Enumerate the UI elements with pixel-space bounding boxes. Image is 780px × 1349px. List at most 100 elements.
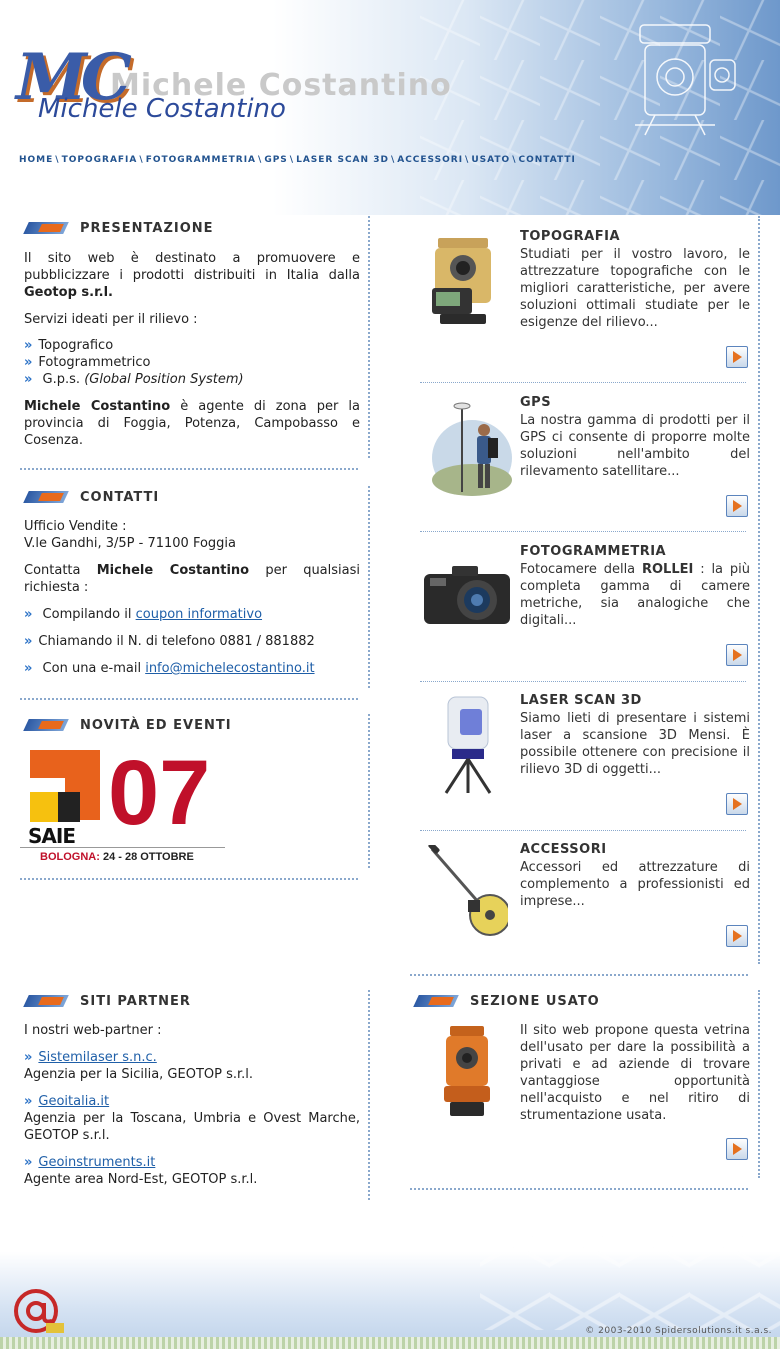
partner-intro: I nostri web-partner : [24,1023,162,1038]
nav-contatti[interactable]: CONTATTI [519,155,576,165]
product-text-accessori: Accessori ed attrezzature di complemento… [520,860,750,909]
nav-separator: \ [465,155,470,165]
novita-title-text: NOVITÀ ED EVENTI [80,717,232,733]
saie-logo-shape [30,792,58,822]
play-button-accessori[interactable] [726,925,748,947]
nav-separator: \ [55,155,60,165]
saie-banner[interactable]: SAIE 07 BOLOGNA: 24 - 28 OTTOBRE [20,742,225,868]
services-label: Servizi ideati per il rilievo : [24,312,198,327]
partner-link-geoitalia[interactable]: Geoitalia.it [38,1094,109,1109]
used-theodolite-icon[interactable] [440,1024,495,1120]
panel-border [758,216,760,964]
footer-grass [0,1337,780,1349]
play-button-gps[interactable] [726,495,748,517]
saie-number: 07 [108,742,211,844]
fotogrammetria-text-pre: Fotocamere della [520,562,642,577]
section-arrow-icon [23,220,70,236]
rollei-name: ROLLEI [642,562,694,577]
play-button-usato[interactable] [726,1138,748,1160]
product-text-gps: La nostra gamma di prodotti per il GPS c… [520,413,750,479]
page: Michele Costantino MC Michele Costantino… [0,0,780,1349]
agent-name: Michele Costantino [24,399,171,414]
logo-name[interactable]: Michele Costantino [38,94,286,124]
nav-home[interactable]: HOME [19,155,53,165]
partner-desc: Agente area Nord-Est, GEOTOP s.r.l. [24,1172,258,1187]
main-nav: HOME \ TOPOGRAFIA \ FOTOGRAMMETRIA \ GPS \ LASER… [19,155,576,165]
saie-date: BOLOGNA: 24 - 28 OTTOBRE [40,851,194,863]
panel-border [410,1188,748,1190]
partner-item: Sistemilaser s.n.c. [24,1049,156,1066]
saie-divider [20,847,225,848]
partner-item: Geoitalia.it [24,1093,109,1110]
usato-title-text: SEZIONE USATO [470,993,600,1009]
usato-title: SEZIONE USATO [413,993,600,1009]
spidersolutions-logo-icon[interactable] [8,1285,72,1335]
contact-name: Michele Costantino [96,563,250,578]
total-station-icon[interactable] [430,230,495,330]
usato-text: Il sito web propone questa vetrina dell'… [520,1023,750,1123]
nav-gps[interactable]: GPS [264,155,287,165]
product-title-fotogrammetria[interactable]: FOTOGRAMMETRIA [520,544,666,559]
coupon-pre: Compilando il [42,607,136,622]
contact-pre: Contatta [24,563,97,578]
header: Michele Costantino MC Michele Costantino… [0,0,780,215]
panel-border [20,878,358,880]
product-divider [420,681,746,682]
phone-item: Chiamando il N. di telefono 0881 / 88188… [24,633,314,650]
nav-laser-scan[interactable]: LASER SCAN 3D [296,155,389,165]
partner-title: SITI PARTNER [23,993,191,1009]
partner-link-geoinstruments[interactable]: Geoinstruments.it [38,1155,155,1170]
panel-border [368,990,370,1200]
presentazione-title: PRESENTAZIONE [23,220,214,236]
partner-desc: Agenzia per la Sicilia, GEOTOP s.r.l. [24,1067,254,1082]
product-divider [420,830,746,831]
section-arrow-icon [23,993,70,1009]
product-title-gps[interactable]: GPS [520,395,551,410]
saie-word: SAIE [28,824,76,848]
product-title-laser-scan[interactable]: LASER SCAN 3D [520,693,642,708]
product-title-accessori[interactable]: ACCESSORI [520,842,607,857]
service-item: Fotogrammetrico [24,354,150,371]
partner-item: Geoinstruments.it [24,1154,155,1171]
presentazione-title-text: PRESENTAZIONE [80,220,214,236]
partner-link-sistemilaser[interactable]: Sistemilaser s.n.c. [38,1050,156,1065]
email-pre: Con una e-mail [42,661,146,676]
panel-border [20,698,358,700]
agent-info: Michele Costantino è agente di zona per … [24,398,360,449]
nav-separator: \ [512,155,517,165]
nav-accessori[interactable]: ACCESSORI [397,155,463,165]
panel-border [410,974,748,976]
panel-border [368,216,370,458]
panel-border [368,486,370,688]
play-button-fotogrammetria[interactable] [726,644,748,666]
gps-operator-icon[interactable] [432,398,512,496]
office-label: Ufficio Vendite : [24,519,127,534]
measuring-wheel-icon[interactable] [428,845,508,943]
product-divider [420,531,746,532]
laser-scanner-icon[interactable] [438,695,498,795]
nav-usato[interactable]: USATO [471,155,510,165]
panel-border [20,468,358,470]
saie-city: BOLOGNA: [40,851,100,863]
nav-separator: \ [390,155,396,165]
nav-fotogrammetria[interactable]: FOTOGRAMMETRIA [146,155,256,165]
total-station-sketch-icon [635,24,736,136]
partner-desc: Agenzia per la Toscana, Umbria e Ovest M… [24,1111,360,1143]
nav-separator: \ [139,155,144,165]
presentazione-intro: Il sito web è destinato a promuovere e p… [24,250,360,301]
camera-icon[interactable] [422,564,512,626]
play-button-laser-scan[interactable] [726,793,748,815]
nav-topografia[interactable]: TOPOGRAFIA [62,155,138,165]
coupon-link[interactable]: coupon informativo [136,607,262,622]
panel-border [758,990,760,1178]
play-button-topografia[interactable] [726,346,748,368]
saie-dates: 24 - 28 OTTOBRE [102,851,194,863]
nav-separator: \ [289,155,295,165]
product-text-fotogrammetria: Fotocamere della ROLLEI : la più complet… [520,561,750,629]
section-arrow-icon [413,993,460,1009]
presentazione-intro-text: Il sito web è destinato a promuovere e p… [24,251,360,283]
product-title-topografia[interactable]: TOPOGRAFIA [520,229,620,244]
email-link[interactable]: info@michelecostantino.it [145,661,314,676]
contact-request: Contatta Michele Costantino per qualsias… [24,562,360,596]
coupon-item: Compilando il coupon informativo [24,606,262,623]
